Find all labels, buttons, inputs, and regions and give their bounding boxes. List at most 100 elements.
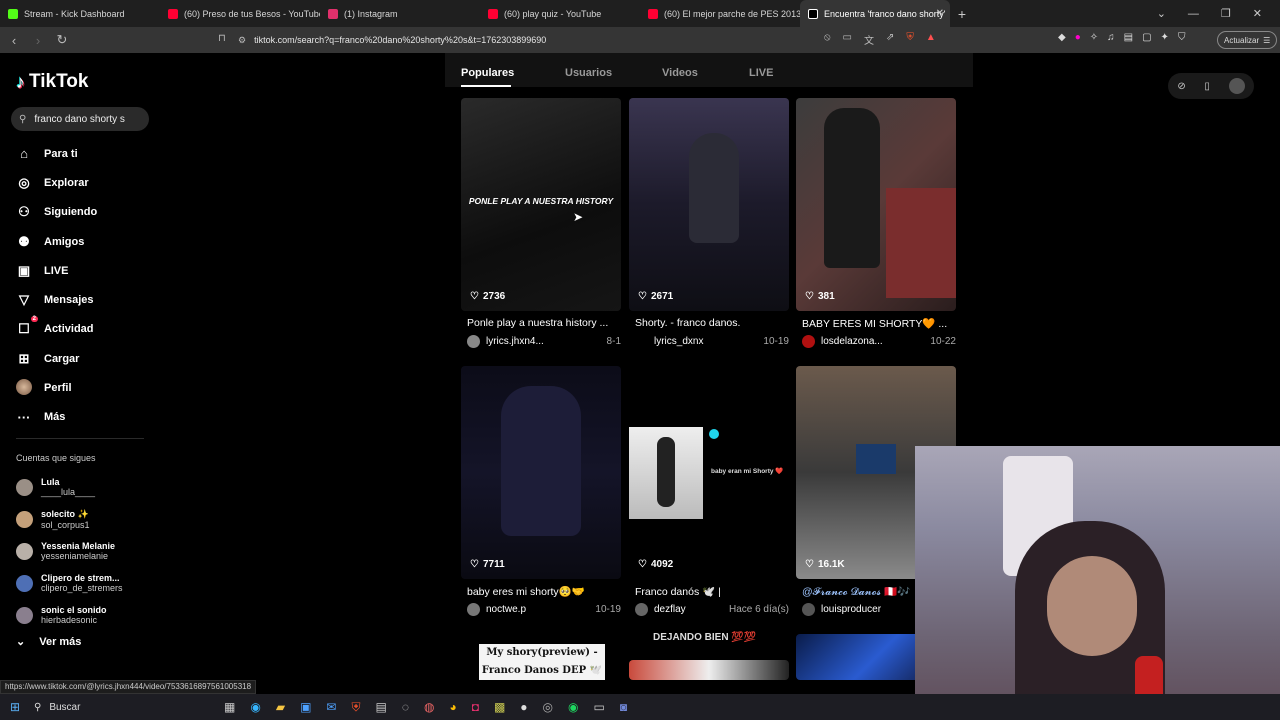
browser-tab[interactable]: (60) Preso de tus Besos - YouTube xyxy=(160,0,320,27)
obs-icon[interactable]: ● xyxy=(520,700,527,715)
video-thumbnail[interactable]: PONLE PLAY A NUESTRA HISTORY ➤ xyxy=(461,98,621,311)
task-view-icon[interactable]: ▦ xyxy=(224,700,235,715)
forward-icon[interactable]: › xyxy=(28,33,48,48)
tab-videos[interactable]: Videos xyxy=(662,67,698,79)
close-tab-icon[interactable]: ✕ xyxy=(936,8,944,19)
video-card[interactable]: My shory(preview) - Franco Danos DEP 🕊️ xyxy=(461,634,621,680)
share-icon[interactable]: ⇗ xyxy=(886,32,894,47)
chrome-icon[interactable]: ◕ xyxy=(449,700,456,715)
brave-shield-icon[interactable]: ⛨ xyxy=(906,32,914,47)
no-tracking-icon[interactable]: ⦸ xyxy=(824,32,831,47)
instagram-icon[interactable]: ◘ xyxy=(472,700,479,715)
sidebar-item-amigos[interactable]: ⚉ Amigos xyxy=(16,227,97,256)
avatar[interactable] xyxy=(467,603,480,616)
video-thumbnail[interactable]: My shory(preview) - Franco Danos DEP 🕊️ xyxy=(461,634,621,680)
browser-tab[interactable]: Stream - Kick Dashboard xyxy=(0,0,160,27)
video-thumbnail[interactable]: baby eran mi Shorty ❤️ xyxy=(629,366,789,579)
browser-tab[interactable]: (1) Instagram xyxy=(320,0,480,27)
tab-list-icon[interactable]: ⌄ xyxy=(1157,7,1166,20)
username[interactable]: noctwe.p xyxy=(486,604,595,615)
wallet2-icon[interactable]: ▢ xyxy=(1142,32,1151,43)
extensions-icon[interactable]: ✧ xyxy=(1090,32,1098,43)
username[interactable]: lyrics_dxnx xyxy=(654,336,763,347)
sidebar-item-actividad[interactable]: ☐ 2 Actividad xyxy=(16,315,97,344)
vpn-icon[interactable]: ⛉ xyxy=(1178,32,1186,43)
color-extension-icon[interactable]: ● xyxy=(1075,32,1081,43)
sidebar-item-mensajes[interactable]: ▽ Mensajes xyxy=(16,285,97,314)
wallet-icon[interactable]: ◆ xyxy=(1058,32,1066,43)
video-card[interactable]: DEJANDO BIEN 💯💯 xyxy=(629,630,789,680)
brave-rewards-icon[interactable]: ▲ xyxy=(926,32,936,47)
edge-icon[interactable]: ◉ xyxy=(250,700,260,715)
app-icon[interactable]: ▭ xyxy=(594,700,605,715)
video-thumbnail[interactable] xyxy=(796,98,956,311)
video-card[interactable]: baby eran mi Shorty ❤️ ♡ 4092 Franco danó… xyxy=(629,366,789,621)
following-account[interactable]: Lula ____lula____ xyxy=(16,471,123,503)
browser-tab[interactable]: (60) play quiz - YouTube xyxy=(480,0,640,27)
app-icon[interactable]: ◎ xyxy=(543,700,553,715)
profile-avatar[interactable] xyxy=(1228,78,1245,94)
avatar[interactable] xyxy=(467,335,480,348)
video-thumbnail[interactable] xyxy=(629,660,789,680)
username[interactable]: dezflay xyxy=(654,604,729,615)
site-info-icon[interactable]: ⚙ xyxy=(238,35,246,46)
video-title[interactable]: BABY ERES MI SHORTY🧡 ... xyxy=(802,317,956,330)
video-card[interactable]: ♡ 381 BABY ERES MI SHORTY🧡 ... losdelazon… xyxy=(796,98,956,353)
device-icon[interactable]: ▯ xyxy=(1204,81,1210,92)
username[interactable]: lyrics.jhxn4... xyxy=(486,336,607,347)
coins-icon[interactable]: ⊘ xyxy=(1177,81,1185,92)
video-title[interactable]: Shorty. - franco danos. xyxy=(635,317,789,329)
username[interactable]: losdelazona... xyxy=(821,336,930,347)
search-input[interactable]: ⚲ franco dano shorty s xyxy=(11,107,149,131)
tiktok-logo[interactable]: ♪ TikTok xyxy=(16,71,88,93)
avatar[interactable] xyxy=(802,603,815,616)
back-icon[interactable]: ‹ xyxy=(4,33,24,48)
discord-icon[interactable]: ◙ xyxy=(620,700,627,715)
app-icon[interactable]: ▩ xyxy=(494,700,505,715)
following-account[interactable]: solecito ✨ sol_corpus1 xyxy=(16,503,123,535)
tab-usuarios[interactable]: Usuarios xyxy=(565,67,612,79)
browser-tab-active[interactable]: Encuentra 'franco dano shorty' ✕ xyxy=(800,0,950,27)
sidebar-item-explorar[interactable]: ◎ Explorar xyxy=(16,168,97,197)
sidebar-item-siguiendo[interactable]: ⚇ Siguiendo xyxy=(16,198,97,227)
cast-icon[interactable]: ▭ xyxy=(843,32,852,47)
app-icon[interactable]: ◍ xyxy=(424,700,434,715)
avatar[interactable] xyxy=(635,335,648,348)
maximize-icon[interactable]: ❐ xyxy=(1221,7,1231,20)
bookmark-icon[interactable]: ⊓ xyxy=(218,33,226,44)
following-account[interactable]: Clipero de strem... clipero_de_stremers xyxy=(16,567,123,599)
leo-icon[interactable]: ✦ xyxy=(1161,32,1169,43)
following-account[interactable]: sonic el sonido hierbadesonic xyxy=(16,599,123,631)
app-icon[interactable]: ◌ xyxy=(402,700,409,715)
video-card[interactable]: ♡ 2671 Shorty. - franco danos. lyrics_dxn… xyxy=(629,98,789,353)
video-card[interactable]: ♡ 7711 baby eres mi shorty🥺🤝 noctwe.p 10-1… xyxy=(461,366,621,621)
video-title[interactable]: Ponle play a nuestra history ... xyxy=(467,317,621,329)
avatar[interactable] xyxy=(802,335,815,348)
see-more-button[interactable]: ⌄ Ver más xyxy=(16,635,81,649)
mail-icon[interactable]: ✉ xyxy=(326,700,336,715)
taskbar-search[interactable]: ⚲ Buscar xyxy=(34,697,214,717)
sidebar-item-para-ti[interactable]: ⌂ Para ti xyxy=(16,139,97,168)
sidebar-item-mas[interactable]: ··· Más xyxy=(16,403,97,432)
tab-live[interactable]: LIVE xyxy=(749,67,773,79)
video-thumbnail[interactable] xyxy=(629,98,789,311)
video-thumbnail[interactable] xyxy=(461,366,621,579)
file-explorer-icon[interactable]: ▰ xyxy=(276,700,285,715)
update-button[interactable]: Actualizar ☰ xyxy=(1217,31,1278,49)
app-icon[interactable]: ▤ xyxy=(375,700,386,715)
store-icon[interactable]: ▣ xyxy=(300,700,311,715)
windows-start-icon[interactable]: ⊞ xyxy=(0,700,30,714)
video-card[interactable]: PONLE PLAY A NUESTRA HISTORY ➤ ♡ 2736 Pon… xyxy=(461,98,621,353)
sidebar-item-live[interactable]: ▣ LIVE xyxy=(16,256,97,285)
spotify-icon[interactable]: ◉ xyxy=(568,700,578,715)
sidebar-item-cargar[interactable]: ⊞ Cargar xyxy=(16,344,97,373)
reload-icon[interactable]: ↻ xyxy=(52,32,72,48)
video-title[interactable]: baby eres mi shorty🥺🤝 xyxy=(467,585,621,598)
browser-tab[interactable]: (60) El mejor parche de PES 2013 ya xyxy=(640,0,800,27)
sidebar-icon[interactable]: ▤ xyxy=(1124,32,1133,43)
minimize-icon[interactable]: — xyxy=(1188,8,1199,20)
following-account[interactable]: Yessenia Melanie yesseniamelanie xyxy=(16,535,123,567)
new-tab-button[interactable]: + xyxy=(950,6,974,22)
video-title[interactable]: Franco danós 🕊️ | xyxy=(635,585,789,598)
tab-populares[interactable]: Populares xyxy=(461,67,514,79)
